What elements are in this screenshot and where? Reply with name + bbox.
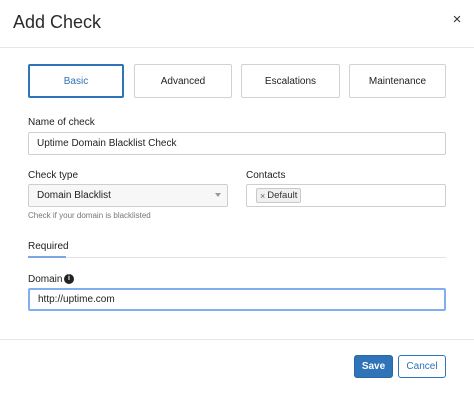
- close-icon[interactable]: ×: [450, 12, 464, 28]
- footer-divider: [0, 339, 474, 340]
- section-divider: [28, 257, 446, 258]
- domain-input[interactable]: http://uptime.com: [28, 288, 446, 311]
- save-button[interactable]: Save: [354, 355, 393, 378]
- check-type-value: Domain Blacklist: [37, 190, 111, 201]
- contact-token-label: Default: [267, 190, 298, 201]
- cancel-button[interactable]: Cancel: [398, 355, 446, 378]
- contacts-label: Contacts: [246, 170, 286, 181]
- tab-basic[interactable]: Basic: [28, 64, 124, 98]
- tab-advanced[interactable]: Advanced: [134, 64, 232, 98]
- dialog-title: Add Check: [13, 12, 102, 32]
- check-type-help-text: Check if your domain is blacklisted: [28, 211, 151, 220]
- tab-escalations[interactable]: Escalations: [241, 64, 340, 98]
- tab-required[interactable]: Required: [28, 241, 69, 252]
- tab-maintenance[interactable]: Maintenance: [349, 64, 446, 98]
- domain-label: Domain: [28, 274, 63, 285]
- active-section-indicator: [28, 256, 66, 258]
- check-type-select[interactable]: Domain Blacklist: [28, 184, 228, 207]
- info-icon[interactable]: i: [64, 274, 74, 284]
- check-type-label: Check type: [28, 170, 79, 181]
- name-of-check-input[interactable]: Uptime Domain Blacklist Check: [28, 132, 446, 155]
- name-of-check-label: Name of check: [28, 117, 95, 128]
- dialog-header: Add Check ×: [0, 0, 474, 48]
- chevron-down-icon: [215, 193, 221, 197]
- contact-token-default: × Default: [256, 188, 302, 203]
- remove-icon[interactable]: ×: [260, 191, 265, 201]
